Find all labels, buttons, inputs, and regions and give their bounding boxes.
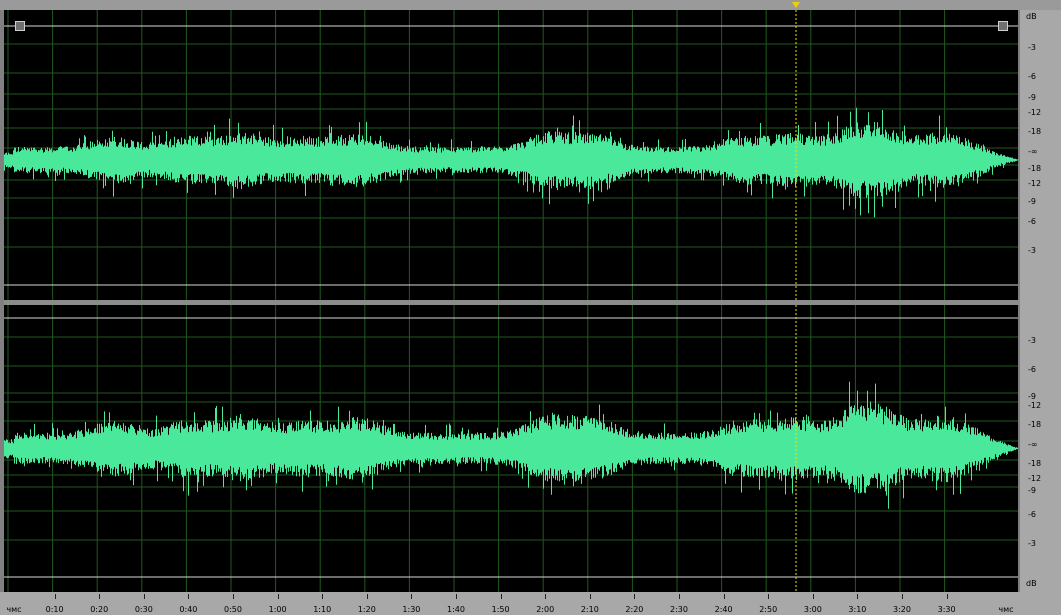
db-tick-label: -9 [1028,486,1036,495]
db-tick-label: -18 [1028,127,1042,136]
time-tick-label: 3:20 [893,605,911,614]
time-tick-label: 2:30 [670,605,688,614]
time-tick [322,594,324,599]
time-tick-label: 2:40 [714,605,733,614]
time-tick [233,594,234,599]
time-tick-label: 0:40 [179,605,198,614]
db-tick-label: -12 [1028,474,1042,483]
time-tick [812,594,814,599]
time-tick [545,594,547,599]
time-tick [366,594,368,599]
db-tick-label: -∞ [1028,147,1038,156]
time-tick-label: 3:30 [937,605,956,614]
db-tick-label: -6 [1028,510,1036,519]
time-tick [143,594,145,599]
time-tick [500,594,502,599]
db-unit-bottom: dB [1026,579,1037,588]
top-ruler[interactable] [0,0,1061,10]
time-tick-label: чмс [998,605,1014,614]
time-tick-label: 2:10 [580,605,599,614]
db-tick-label: -6 [1028,72,1036,81]
db-tick-label: -3 [1028,539,1036,548]
time-tick [99,594,101,599]
right-channel[interactable] [4,305,1018,592]
db-tick-label: -9 [1028,197,1036,206]
time-tick-label: 2:00 [536,605,555,614]
time-tick [723,594,725,599]
time-tick [857,594,859,599]
time-tick-label: 3:10 [848,605,867,614]
time-tick-label: 1:30 [402,605,421,614]
waveform-path [4,381,1018,509]
left-channel-waveform[interactable] [4,10,1018,300]
db-tick-label: -12 [1028,108,1042,117]
db-tick-label: -6 [1028,217,1036,226]
time-tick [768,594,770,599]
playhead-marker-icon[interactable] [792,2,800,8]
time-tick-label: 0:20 [90,605,109,614]
time-tick [277,594,279,599]
time-tick-label: 0:10 [45,605,64,614]
db-tick-label: -9 [1028,93,1036,102]
db-tick-label: -6 [1028,365,1036,374]
time-tick-label: 1:20 [357,605,376,614]
time-tick [634,594,636,599]
db-scale: dB dB -3 -6 -9 -12 -18 -∞ -18 -12 -9 -6 -3 -3 -6 -9 -1… [1020,10,1061,592]
db-tick-label: -3 [1028,336,1036,345]
time-tick [946,594,948,599]
db-tick-label: -9 [1028,392,1036,401]
time-tick-label: 1:00 [268,605,287,614]
time-tick-label: 0:50 [224,605,242,614]
time-tick-label: 1:40 [447,605,465,614]
time-tick-label: 2:50 [759,605,778,614]
time-tick [54,594,56,599]
time-tick [456,594,457,599]
waveform-path [4,107,1018,218]
time-tick-label: 3:00 [803,605,822,614]
db-tick-label: -12 [1028,401,1042,410]
waveform-editor[interactable]: dB dB -3 -6 -9 -12 -18 -∞ -18 -12 -9 -6 -3 -3 -6 -9 -1… [0,0,1061,615]
db-tick-label: -∞ [1028,440,1038,449]
right-channel-waveform[interactable] [4,305,1018,592]
time-tick [679,594,680,599]
db-tick-label: -18 [1028,164,1042,173]
selection-start-handle-icon[interactable] [15,21,25,31]
db-tick-label: -18 [1028,420,1042,429]
db-tick-label: -12 [1028,179,1042,188]
db-unit-top: dB [1026,12,1037,21]
time-tick-label: 1:10 [313,605,332,614]
time-tick [411,594,413,599]
time-tick-label: 2:20 [625,605,644,614]
time-tick-label: 0:30 [134,605,153,614]
time-tick [589,594,591,599]
db-tick-label: -3 [1028,246,1036,255]
time-tick-label: чмс [6,605,22,614]
left-channel[interactable] [4,10,1018,300]
time-tick-label: 1:50 [491,605,510,614]
time-tick [188,594,190,599]
db-tick-label: -18 [1028,459,1042,468]
selection-end-handle-icon[interactable] [998,21,1008,31]
db-tick-label: -3 [1028,43,1036,52]
time-tick [902,594,903,599]
